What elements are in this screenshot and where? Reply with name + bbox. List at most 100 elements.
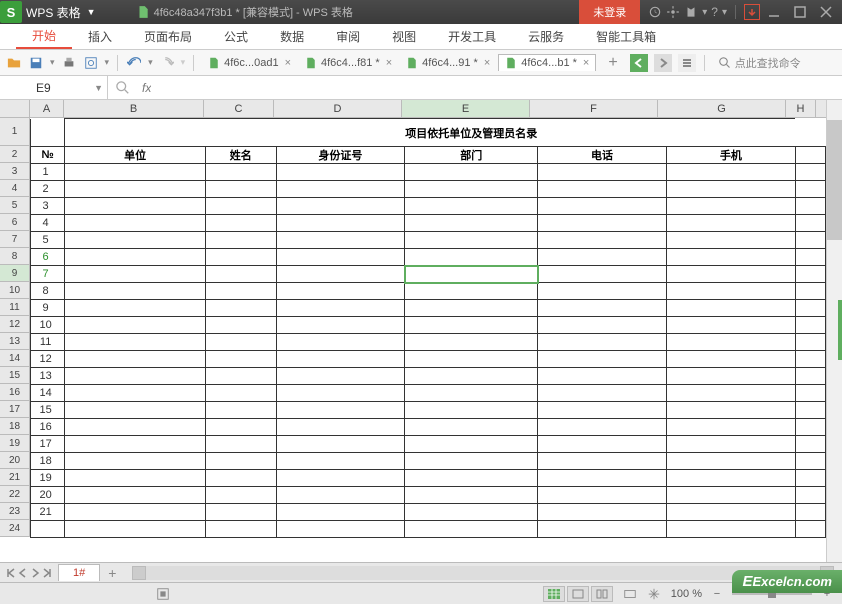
- cell[interactable]: [405, 521, 538, 538]
- cell[interactable]: [795, 164, 825, 181]
- cell[interactable]: [276, 453, 405, 470]
- cell[interactable]: [206, 419, 276, 436]
- row-header[interactable]: 7: [0, 231, 29, 248]
- cell[interactable]: [538, 487, 667, 504]
- cell[interactable]: [538, 317, 667, 334]
- tab-list-button[interactable]: [678, 54, 696, 72]
- cell[interactable]: 身份证号: [276, 147, 405, 164]
- cell[interactable]: [206, 119, 276, 147]
- tab-nav-right[interactable]: [654, 54, 672, 72]
- close-tab-icon[interactable]: ×: [583, 57, 589, 69]
- cell[interactable]: [666, 198, 795, 215]
- app-dropdown-icon[interactable]: ▼: [87, 7, 96, 17]
- cell[interactable]: [666, 266, 795, 283]
- cell[interactable]: [206, 215, 276, 232]
- cell[interactable]: 16: [31, 419, 65, 436]
- column-header[interactable]: A: [30, 100, 64, 117]
- help-icon[interactable]: ?: [711, 5, 718, 19]
- redo-icon[interactable]: [159, 55, 175, 71]
- cell[interactable]: [666, 385, 795, 402]
- cell[interactable]: [666, 181, 795, 198]
- close-button[interactable]: [820, 6, 832, 18]
- cell[interactable]: 15: [31, 402, 65, 419]
- cell[interactable]: [31, 119, 65, 147]
- maximize-button[interactable]: [794, 6, 806, 18]
- cell[interactable]: [538, 266, 667, 283]
- name-box[interactable]: E9 ▼: [0, 76, 108, 99]
- cell[interactable]: [666, 351, 795, 368]
- cell[interactable]: [666, 368, 795, 385]
- cell[interactable]: [276, 351, 405, 368]
- cell[interactable]: 12: [31, 351, 65, 368]
- sheet-next-icon[interactable]: [30, 568, 40, 578]
- cell[interactable]: [795, 215, 825, 232]
- row-header[interactable]: 24: [0, 520, 29, 537]
- open-icon[interactable]: [6, 55, 22, 71]
- cell[interactable]: [65, 300, 206, 317]
- sheet-last-icon[interactable]: [42, 568, 52, 578]
- sheet-prev-icon[interactable]: [18, 568, 28, 578]
- select-all-corner[interactable]: [0, 100, 30, 118]
- cell[interactable]: 13: [31, 368, 65, 385]
- cell[interactable]: 19: [31, 470, 65, 487]
- row-header[interactable]: 18: [0, 418, 29, 435]
- cell[interactable]: 18: [31, 453, 65, 470]
- row-header[interactable]: 2: [0, 146, 29, 163]
- cell[interactable]: [666, 521, 795, 538]
- cell[interactable]: [276, 317, 405, 334]
- cell[interactable]: [405, 232, 538, 249]
- cell[interactable]: [666, 487, 795, 504]
- horizontal-scrollbar[interactable]: [132, 566, 834, 580]
- cell[interactable]: 5: [31, 232, 65, 249]
- cell[interactable]: [795, 232, 825, 249]
- cell[interactable]: [65, 119, 206, 147]
- cell[interactable]: [206, 334, 276, 351]
- cell[interactable]: [795, 368, 825, 385]
- cell[interactable]: [795, 181, 825, 198]
- sheet-tab-active[interactable]: 1#: [58, 564, 100, 581]
- cell[interactable]: [31, 521, 65, 538]
- cell[interactable]: [666, 504, 795, 521]
- cell[interactable]: [795, 453, 825, 470]
- cell[interactable]: [795, 119, 825, 147]
- cell[interactable]: [65, 368, 206, 385]
- cell[interactable]: 姓名: [206, 147, 276, 164]
- cell[interactable]: [666, 119, 795, 147]
- cell[interactable]: [276, 368, 405, 385]
- login-button[interactable]: 未登录: [579, 0, 640, 24]
- row-header[interactable]: 5: [0, 197, 29, 214]
- cell[interactable]: [538, 453, 667, 470]
- new-tab-button[interactable]: +: [602, 54, 623, 72]
- cell[interactable]: [206, 470, 276, 487]
- cell[interactable]: 3: [31, 198, 65, 215]
- cell[interactable]: [405, 368, 538, 385]
- menu-item[interactable]: 数据: [264, 24, 320, 49]
- cell[interactable]: [405, 385, 538, 402]
- cell[interactable]: [538, 215, 667, 232]
- cell[interactable]: 电话: [538, 147, 667, 164]
- cell[interactable]: 20: [31, 487, 65, 504]
- row-header[interactable]: 23: [0, 503, 29, 520]
- tab-nav-left[interactable]: [630, 54, 648, 72]
- row-header[interactable]: 9: [0, 265, 29, 282]
- close-tab-icon[interactable]: ×: [285, 57, 291, 69]
- cell[interactable]: [65, 385, 206, 402]
- cell[interactable]: [405, 198, 538, 215]
- cell[interactable]: [795, 317, 825, 334]
- cell[interactable]: [405, 283, 538, 300]
- hscroll-left[interactable]: [132, 566, 146, 580]
- name-box-dropdown-icon[interactable]: ▼: [94, 83, 103, 93]
- row-header[interactable]: 17: [0, 401, 29, 418]
- cell[interactable]: [206, 232, 276, 249]
- cell[interactable]: [795, 436, 825, 453]
- cell[interactable]: [276, 198, 405, 215]
- menu-item[interactable]: 公式: [208, 24, 264, 49]
- column-header[interactable]: C: [204, 100, 274, 117]
- cell[interactable]: [276, 419, 405, 436]
- scrollbar-thumb[interactable]: [827, 120, 842, 240]
- cell[interactable]: [206, 198, 276, 215]
- cell[interactable]: [795, 385, 825, 402]
- cell[interactable]: [666, 419, 795, 436]
- cell[interactable]: [538, 119, 667, 147]
- cell[interactable]: [538, 181, 667, 198]
